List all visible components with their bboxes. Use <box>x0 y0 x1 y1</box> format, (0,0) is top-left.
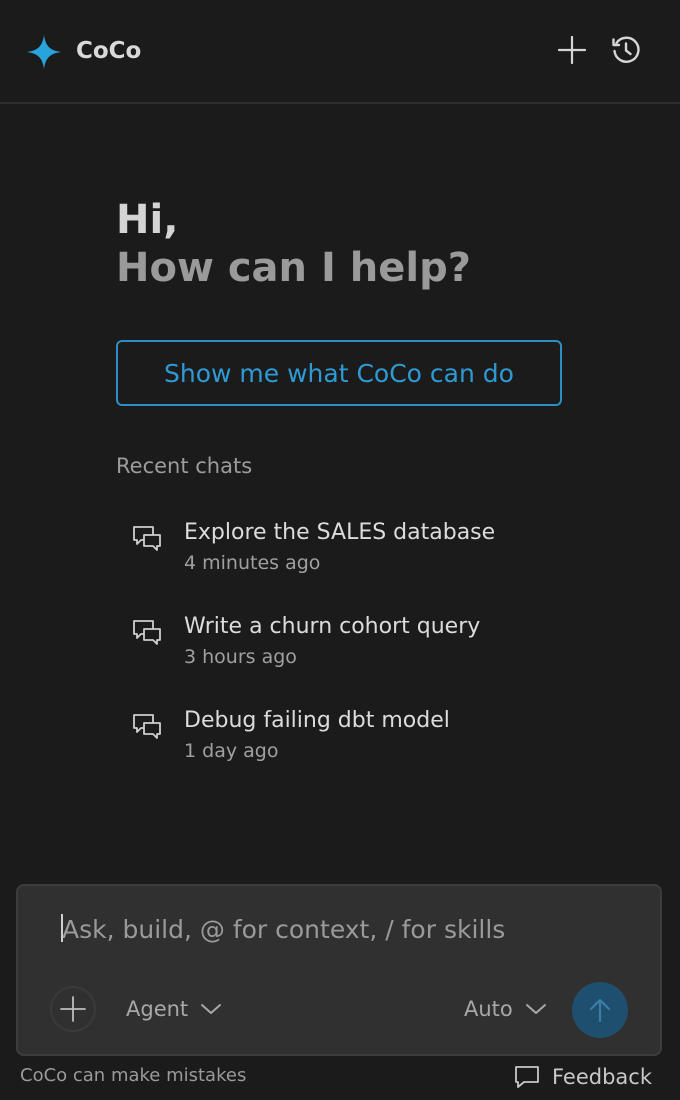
mode-dropdown[interactable]: Agent <box>126 994 222 1024</box>
brand-name: CoCo <box>76 38 142 64</box>
text-caret <box>61 914 63 942</box>
chat-bubbles-icon <box>133 620 161 645</box>
arrow-up-icon <box>589 998 611 1023</box>
recent-chat-item[interactable]: Write a churn cohort query 3 hours ago <box>116 594 576 688</box>
greeting-question: How can I help? <box>116 245 471 291</box>
plus-icon <box>60 996 86 1022</box>
recent-chats-list: Explore the SALES database 4 minutes ago… <box>116 500 576 782</box>
history-icon <box>612 36 640 63</box>
chevron-down-icon <box>525 1004 546 1014</box>
recent-chat-item[interactable]: Explore the SALES database 4 minutes ago <box>116 500 576 594</box>
chat-input[interactable] <box>60 906 624 952</box>
recent-chats-title: Recent chats <box>116 454 253 478</box>
plus-icon <box>557 35 587 65</box>
sparkle-icon <box>27 35 61 69</box>
recent-chat-title: Debug failing dbt model <box>184 708 450 733</box>
recent-chat-time: 3 hours ago <box>184 646 297 668</box>
recent-chat-time: 1 day ago <box>184 740 279 762</box>
chat-bubbles-icon <box>133 526 161 551</box>
coco-panel: CoCo Hi, How can I help? Show me what Co… <box>0 0 680 1100</box>
model-dropdown[interactable]: Auto <box>464 994 547 1024</box>
recent-chat-item[interactable]: Debug failing dbt model 1 day ago <box>116 688 576 782</box>
composer: Agent Auto <box>16 884 662 1056</box>
feedback-label: Feedback <box>552 1065 653 1089</box>
attach-button[interactable] <box>50 986 96 1032</box>
send-button[interactable] <box>572 982 628 1038</box>
recent-chat-title: Explore the SALES database <box>184 520 496 545</box>
greeting-hi: Hi, <box>116 197 179 243</box>
recent-chat-title: Write a churn cohort query <box>184 614 481 639</box>
new-chat-button[interactable] <box>554 32 590 68</box>
recent-chat-time: 4 minutes ago <box>184 552 321 574</box>
comment-icon <box>515 1066 539 1088</box>
model-label: Auto <box>464 997 513 1021</box>
mode-label: Agent <box>126 997 189 1021</box>
disclaimer-text: CoCo can make mistakes <box>20 1065 247 1086</box>
show-capabilities-button[interactable]: Show me what CoCo can do <box>116 340 562 406</box>
header: CoCo <box>0 0 680 104</box>
feedback-button[interactable]: Feedback <box>514 1062 652 1092</box>
history-button[interactable] <box>608 32 644 68</box>
chat-bubbles-icon <box>133 714 161 739</box>
chevron-down-icon <box>201 1004 222 1014</box>
